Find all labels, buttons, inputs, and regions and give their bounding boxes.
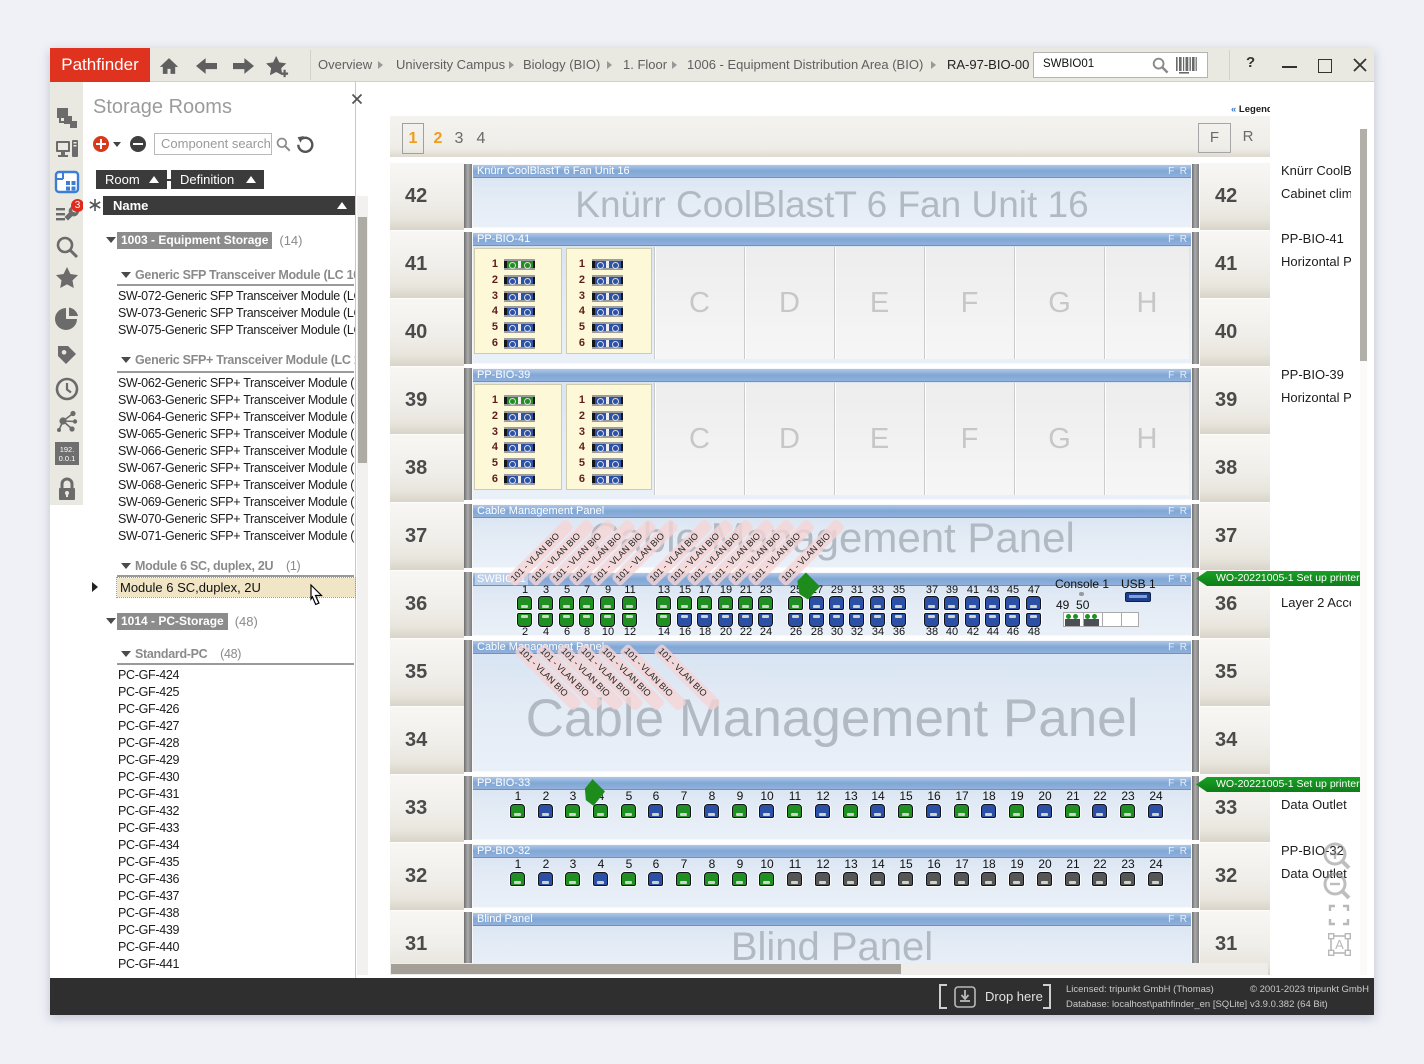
svg-text:A: A <box>1335 937 1344 952</box>
